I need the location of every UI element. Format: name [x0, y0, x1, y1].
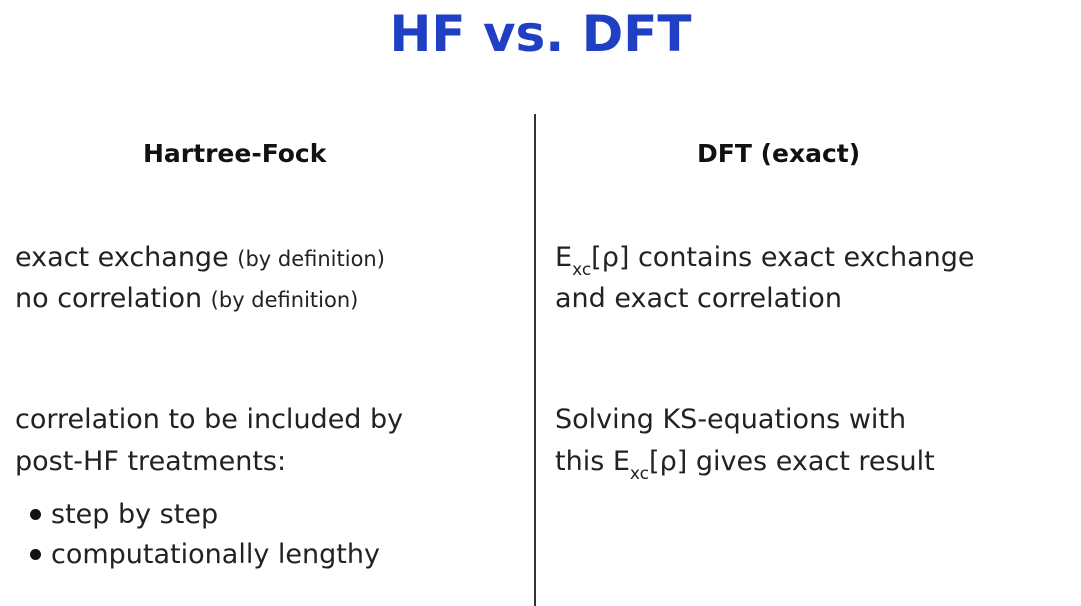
dft-solving-ks-line: Solving KS-equations with [555, 404, 907, 435]
bullet-dot-icon [30, 509, 41, 520]
hf-correlation-included-line: correlation to be included by [15, 404, 404, 435]
dft-heading: DFT (exact) [697, 139, 861, 168]
dft-exact-result-text: [ρ] gives exact result [649, 446, 935, 477]
slide-title: HF vs. DFT [389, 5, 692, 63]
dft-xc-subscript: xc [572, 260, 592, 280]
dft-exc-line: Exc[ρ] contains exact exchange [555, 240, 975, 280]
hf-no-correlation-line: no correlation (by definition) [15, 281, 358, 318]
dft-this-e-text: this E [555, 446, 630, 477]
hf-exact-exchange-line: exact exchange (by definition) [15, 240, 385, 277]
hf-exact-exchange-text: exact exchange [15, 242, 238, 273]
dft-exact-correlation-line: and exact correlation [555, 283, 842, 314]
hf-post-hf-line: post-HF treatments: [15, 446, 287, 477]
hf-exchange-note: (by definition) [237, 247, 385, 271]
dft-e-symbol: E [555, 242, 573, 273]
hf-bullet-text: computationally lengthy [51, 539, 380, 570]
hf-no-correlation-text: no correlation [15, 283, 211, 314]
bullet-dot-icon [30, 549, 41, 560]
hf-bullet-text: step by step [51, 499, 219, 530]
column-divider [534, 114, 536, 606]
dft-exc-text: [ρ] contains exact exchange [591, 242, 975, 273]
hf-bullet-item: step by step [30, 497, 218, 533]
dft-xc-subscript: xc [629, 464, 650, 484]
hf-bullet-item: computationally lengthy [30, 537, 380, 573]
dft-exact-result-line: this Exc[ρ] gives exact result [555, 444, 935, 484]
hartree-fock-heading: Hartree-Fock [143, 139, 327, 168]
hf-correlation-note: (by definition) [210, 288, 359, 312]
